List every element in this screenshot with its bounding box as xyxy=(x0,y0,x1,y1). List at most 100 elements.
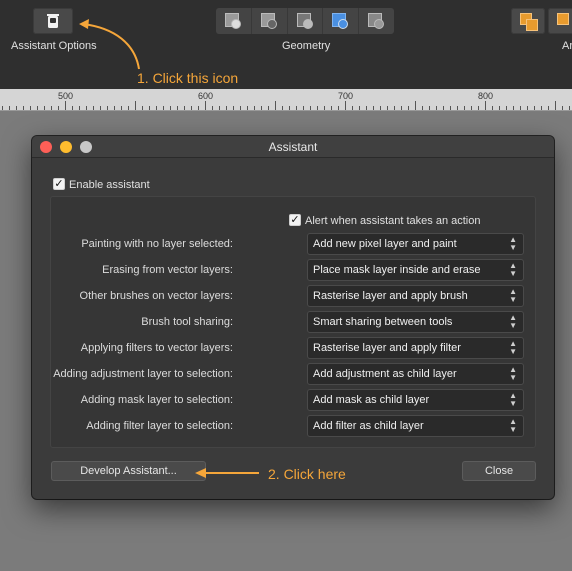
arrange-forward-button[interactable] xyxy=(511,8,545,34)
ruler-tick xyxy=(534,106,535,110)
ruler-tick xyxy=(247,106,248,110)
ruler-tick xyxy=(422,106,423,110)
setting-select-value: Add mask as child layer xyxy=(313,394,430,406)
xor-geometry-icon[interactable] xyxy=(323,8,360,34)
ruler-tick xyxy=(359,106,360,110)
ruler-tick xyxy=(499,106,500,110)
setting-select[interactable]: Rasterise layer and apply brush ▲ ▼ xyxy=(307,285,524,307)
intersect-geometry-icon[interactable] xyxy=(288,8,324,34)
ruler-tick xyxy=(44,106,45,110)
ruler-tick xyxy=(415,101,416,110)
ruler-tick xyxy=(373,106,374,110)
setting-select[interactable]: Add mask as child layer ▲ ▼ xyxy=(307,389,524,411)
ruler-tick xyxy=(366,106,367,110)
setting-select-value: Smart sharing between tools xyxy=(313,316,453,328)
ruler-tick xyxy=(128,106,129,110)
alert-checkbox[interactable]: ✓ xyxy=(289,214,301,226)
ruler-tick xyxy=(331,106,332,110)
setting-select[interactable]: Add filter as child layer ▲ ▼ xyxy=(307,415,524,437)
alert-label: Alert when assistant takes an action xyxy=(305,215,481,227)
updown-chevron-icon: ▲ ▼ xyxy=(509,417,517,434)
setting-select-value: Add adjustment as child layer xyxy=(313,368,457,380)
ruler-tick xyxy=(184,106,185,110)
ruler-tick xyxy=(541,106,542,110)
assistant-trash-icon xyxy=(47,14,59,28)
ruler-tick xyxy=(506,106,507,110)
ruler-tick xyxy=(394,106,395,110)
ruler-tick xyxy=(436,106,437,110)
ruler-tick xyxy=(114,106,115,110)
ruler-tick xyxy=(289,106,290,110)
setting-select-value: Place mask layer inside and erase xyxy=(313,264,481,276)
setting-select[interactable]: Place mask layer inside and erase ▲ ▼ xyxy=(307,259,524,281)
divide-geometry-icon[interactable] xyxy=(359,8,394,34)
horizontal-ruler: 500 600 700 800 xyxy=(0,89,572,111)
enable-assistant-label: Enable assistant xyxy=(69,179,150,191)
toolbar: Assistant Options Geometry Ar 1. Click t… xyxy=(0,0,572,89)
ruler-tick xyxy=(345,101,346,110)
setting-select[interactable]: Add new pixel layer and paint ▲ ▼ xyxy=(307,233,524,255)
setting-select[interactable]: Smart sharing between tools ▲ ▼ xyxy=(307,311,524,333)
develop-assistant-button[interactable]: Develop Assistant... xyxy=(51,461,206,481)
annotation-arrow-1 xyxy=(79,19,140,70)
updown-chevron-icon: ▲ ▼ xyxy=(509,287,517,304)
setting-select[interactable]: Rasterise layer and apply filter ▲ ▼ xyxy=(307,337,524,359)
updown-chevron-icon: ▲ ▼ xyxy=(509,313,517,330)
ruler-tick xyxy=(2,106,3,110)
ruler-tick xyxy=(37,106,38,110)
setting-label: Adding mask layer to selection: xyxy=(80,394,233,406)
ruler-tick xyxy=(527,106,528,110)
updown-chevron-icon: ▲ ▼ xyxy=(509,261,517,278)
assistant-options-button[interactable] xyxy=(33,8,73,34)
setting-label: Applying filters to vector layers: xyxy=(80,342,233,354)
ruler-tick xyxy=(198,106,199,110)
ruler-tick xyxy=(23,106,24,110)
geometry-label: Geometry xyxy=(282,40,331,52)
ruler-tick xyxy=(310,106,311,110)
ruler-tick xyxy=(191,106,192,110)
ruler-tick xyxy=(548,106,549,110)
ruler-tick xyxy=(93,106,94,110)
ruler-tick xyxy=(485,101,486,110)
ruler-tick xyxy=(478,106,479,110)
setting-label: Painting with no layer selected: xyxy=(81,238,233,250)
arrange-back-icon xyxy=(557,13,569,25)
add-geometry-icon[interactable] xyxy=(216,8,252,34)
ruler-tick xyxy=(30,106,31,110)
ruler-tick xyxy=(450,106,451,110)
setting-select[interactable]: Add adjustment as child layer ▲ ▼ xyxy=(307,363,524,385)
ruler-tick xyxy=(156,106,157,110)
dialog-titlebar[interactable]: Assistant xyxy=(32,136,554,158)
ruler-label: 500 xyxy=(58,91,74,101)
setting-label: Adding adjustment layer to selection: xyxy=(53,368,233,380)
updown-chevron-icon: ▲ ▼ xyxy=(509,391,517,408)
ruler-tick xyxy=(121,106,122,110)
ruler-tick xyxy=(177,106,178,110)
ruler-tick xyxy=(471,106,472,110)
ruler-tick xyxy=(72,106,73,110)
ruler-tick xyxy=(464,106,465,110)
ruler-tick xyxy=(401,106,402,110)
dialog-title: Assistant xyxy=(268,140,318,154)
setting-label: Adding filter layer to selection: xyxy=(86,420,233,432)
ruler-tick xyxy=(261,106,262,110)
ruler-tick xyxy=(429,106,430,110)
ruler-tick xyxy=(100,106,101,110)
setting-label: Other brushes on vector layers: xyxy=(79,290,233,302)
ruler-tick xyxy=(317,106,318,110)
ruler-tick xyxy=(163,106,164,110)
close-button[interactable]: Close xyxy=(462,461,536,481)
ruler-tick xyxy=(492,106,493,110)
ruler-tick xyxy=(107,106,108,110)
ruler-tick xyxy=(16,106,17,110)
subtract-geometry-icon[interactable] xyxy=(252,8,288,34)
ruler-tick xyxy=(338,106,339,110)
ruler-tick xyxy=(457,106,458,110)
setting-label: Erasing from vector layers: xyxy=(102,264,233,276)
arrange-back-button[interactable] xyxy=(548,8,572,34)
geometry-button-group xyxy=(216,8,394,34)
ruler-label: 700 xyxy=(338,91,354,101)
enable-assistant-checkbox[interactable]: ✓ xyxy=(53,178,65,190)
ruler-tick xyxy=(135,101,136,110)
ruler-tick xyxy=(324,106,325,110)
